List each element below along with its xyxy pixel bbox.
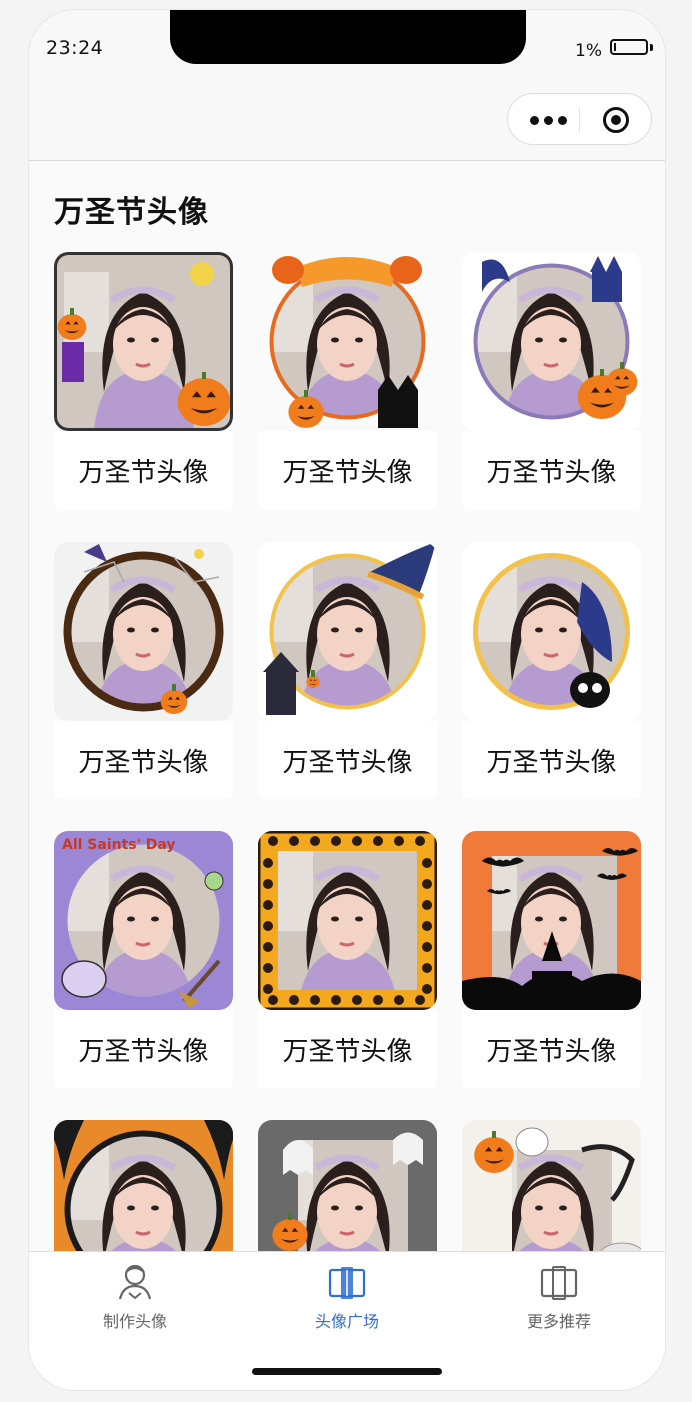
avatar-label: 万圣节头像: [54, 431, 233, 509]
all-saints-day-text: All Saints' Day: [62, 837, 176, 853]
avatar-card[interactable]: 万圣节头像: [54, 1120, 233, 1251]
avatar-thumbnail[interactable]: [258, 252, 437, 431]
close-target-icon[interactable]: [603, 107, 629, 133]
phone-screen: 23:24 1% 万圣节头像 万圣节头像 万圣节头像 万圣节头像 万圣节头像 万…: [29, 10, 665, 1390]
avatar-card[interactable]: 万圣节头像: [462, 542, 641, 800]
tab-label: 更多推荐: [526, 1312, 591, 1331]
avatar-card[interactable]: 万圣节头像: [258, 542, 437, 800]
tab-bar: 制作头像 头像广场 更多推荐: [29, 1251, 665, 1390]
person-icon: [118, 1264, 152, 1300]
avatar-thumbnail[interactable]: [462, 252, 641, 431]
book-icon: [328, 1267, 366, 1299]
mini-program-navbar: [29, 90, 665, 161]
more-icon[interactable]: [522, 108, 574, 132]
avatar-label: 万圣节头像: [462, 1010, 641, 1088]
tab-make-avatar[interactable]: 制作头像: [70, 1262, 200, 1338]
tab-more-recommend[interactable]: 更多推荐: [494, 1262, 624, 1338]
home-indicator: [252, 1368, 442, 1375]
tab-label: 头像广场: [314, 1312, 379, 1331]
avatar-label: 万圣节头像: [54, 1010, 233, 1088]
avatar-card[interactable]: 万圣节头像: [258, 831, 437, 1089]
avatar-card[interactable]: All Saints' Day 万圣节头像: [54, 831, 233, 1089]
avatar-card[interactable]: 万圣节头像: [462, 1120, 641, 1251]
avatar-label: 万圣节头像: [54, 721, 233, 799]
battery-icon: [610, 39, 648, 55]
avatar-thumbnail[interactable]: [54, 1120, 233, 1251]
tab-label: 制作头像: [102, 1312, 167, 1331]
avatar-thumbnail[interactable]: [54, 542, 233, 721]
status-time: 23:24: [46, 37, 104, 59]
book-icon: [540, 1266, 578, 1300]
avatar-card[interactable]: 万圣节头像: [462, 252, 641, 510]
avatar-label: 万圣节头像: [258, 1010, 437, 1088]
avatar-thumbnail[interactable]: [462, 831, 641, 1010]
status-bar: 23:24 1%: [29, 10, 665, 90]
avatar-thumbnail[interactable]: [54, 252, 233, 431]
capsule-divider: [579, 107, 580, 133]
avatar-label: 万圣节头像: [258, 721, 437, 799]
avatar-thumbnail[interactable]: [462, 1120, 641, 1251]
avatar-card[interactable]: 万圣节头像: [462, 831, 641, 1089]
battery-percent: 1%: [575, 41, 602, 61]
avatar-card[interactable]: 万圣节头像: [258, 252, 437, 510]
avatar-thumbnail[interactable]: [258, 1120, 437, 1251]
avatar-label: 万圣节头像: [258, 431, 437, 509]
avatar-thumbnail[interactable]: All Saints' Day: [54, 831, 233, 1010]
notch: [170, 10, 526, 64]
avatar-thumbnail[interactable]: [258, 542, 437, 721]
capsule-menu: [507, 93, 652, 145]
avatar-label: 万圣节头像: [462, 721, 641, 799]
avatar-card[interactable]: 万圣节头像: [54, 542, 233, 800]
page-title: 万圣节头像: [54, 195, 209, 230]
avatar-card[interactable]: 万圣节头像: [258, 1120, 437, 1251]
avatar-thumbnail[interactable]: [462, 542, 641, 721]
tab-avatar-square[interactable]: 头像广场: [282, 1262, 412, 1338]
avatar-label: 万圣节头像: [462, 431, 641, 509]
avatar-card[interactable]: 万圣节头像: [54, 252, 233, 510]
battery-cap: [650, 44, 653, 51]
avatar-thumbnail[interactable]: [258, 831, 437, 1010]
avatar-gallery: 万圣节头像 万圣节头像 万圣节头像 万圣节头像 万圣节头像 万圣节头像 万圣节头…: [29, 161, 665, 1251]
